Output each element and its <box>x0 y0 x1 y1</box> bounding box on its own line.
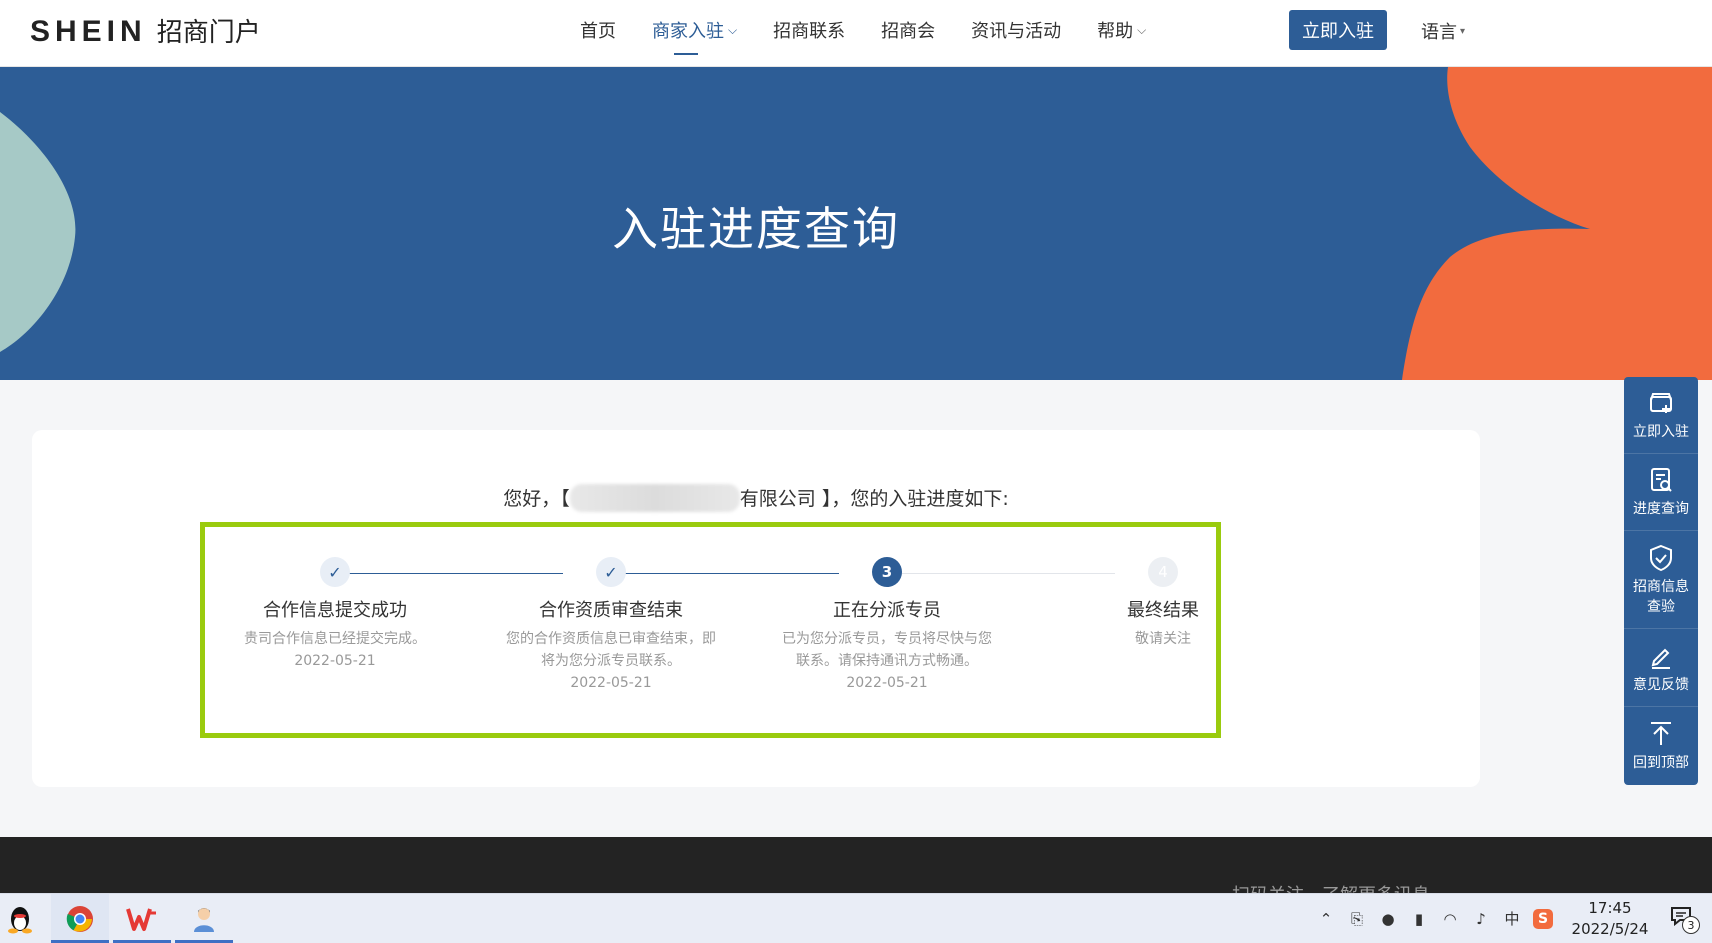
top-header: SHEIN 招商门户 首页 商家入驻 ⌵ 招商联系 招商会 资讯与活动 帮助 ⌵ 立… <box>0 0 1712 67</box>
notification-count: 3 <box>1682 916 1700 934</box>
sidebar-verify[interactable]: 招商信息查验 <box>1624 531 1698 629</box>
notification-center[interactable]: 3 <box>1670 906 1700 934</box>
footer-text: 扫码关注，了解更多讯息 <box>1232 881 1430 893</box>
chevron-up-icon[interactable]: ⌃ <box>1315 908 1337 930</box>
sidebar-back-to-top[interactable]: 回到顶部 <box>1624 707 1698 785</box>
check-icon: ✓ <box>320 557 350 587</box>
shield-check-icon <box>1650 544 1672 571</box>
brand-logo: SHEIN <box>30 15 147 48</box>
wifi-icon[interactable]: ◠ <box>1439 908 1461 930</box>
sidebar-feedback[interactable]: 意见反馈 <box>1624 629 1698 707</box>
chevron-down-icon: ⌵ <box>1137 22 1147 37</box>
step-3: 3 正在分派专员 已为您分派专员，专员将尽快与您联系。请保持通讯方式畅通。 20… <box>767 557 1007 694</box>
hero-banner: 入驻进度查询 <box>0 67 1712 380</box>
chevron-down-icon: ▾ <box>1460 25 1466 37</box>
sidebar-join[interactable]: 立即入驻 <box>1624 377 1698 454</box>
logo[interactable]: SHEIN 招商门户 <box>30 12 261 49</box>
clipboard-icon[interactable]: ⎘ <box>1346 908 1368 930</box>
nav-conference[interactable]: 招商会 <box>881 17 935 43</box>
page-title: 入驻进度查询 <box>612 202 900 256</box>
step-description: 已为您分派专员，专员将尽快与您联系。请保持通讯方式畅通。 2022-05-21 <box>782 631 992 691</box>
qq-penguin-icon <box>8 906 32 933</box>
document-search-icon <box>1651 468 1672 492</box>
portal-name: 招商门户 <box>156 18 261 48</box>
progress-steps: ✓ 合作信息提交成功 贵司合作信息已经提交完成。 2022-05-21 ✓ 合作… <box>205 527 1216 733</box>
qq-tray-icon[interactable]: ● <box>1377 908 1399 930</box>
sogou-input-icon[interactable]: S <box>1532 908 1554 930</box>
progress-card: 您好，【 有限公司 】，您的入驻进度如下: ✓ 合作信息提交成功 贵司合作信息已经… <box>32 430 1480 787</box>
nav-contact[interactable]: 招商联系 <box>773 17 845 43</box>
taskbar: ⌃ ⎘ ● ▮ ◠ ♪ 中 S 17:45 2022/5/24 3 <box>0 893 1712 943</box>
qq-app[interactable] <box>0 894 40 943</box>
progress-steps-highlight: ✓ 合作信息提交成功 贵司合作信息已经提交完成。 2022-05-21 ✓ 合作… <box>200 522 1221 738</box>
join-button[interactable]: 立即入驻 <box>1289 10 1387 50</box>
store-add-icon <box>1650 393 1672 413</box>
wps-icon <box>126 907 156 931</box>
step-2: ✓ 合作资质审查结束 您的合作资质信息已审查结束，即将为您分派专员联系。 202… <box>491 557 731 694</box>
step-title: 合作信息提交成功 <box>263 600 407 621</box>
ime-indicator[interactable]: 中 <box>1501 908 1523 930</box>
sidebar-progress[interactable]: 进度查询 <box>1624 454 1698 531</box>
main-nav: 首页 商家入驻 ⌵ 招商联系 招商会 资讯与活动 帮助 ⌵ <box>580 0 1182 60</box>
greeting-text: 您好，【 有限公司 】，您的入驻进度如下: <box>32 484 1480 512</box>
floating-sidebar: 立即入驻 进度查询 招商信息查验 意见反馈 回到顶部 <box>1624 377 1698 785</box>
step-number: 4 <box>1148 557 1178 587</box>
step-description: 敬请关注 <box>1135 631 1191 647</box>
nav-home[interactable]: 首页 <box>580 17 616 43</box>
arrow-up-icon <box>1651 722 1671 745</box>
step-4: 4 最终结果 敬请关注 <box>1043 557 1283 650</box>
footer: 扫码关注，了解更多讯息 <box>0 837 1712 893</box>
check-icon: ✓ <box>596 557 626 587</box>
step-title: 最终结果 <box>1127 600 1199 621</box>
chevron-down-icon: ⌵ <box>728 22 738 37</box>
step-title: 合作资质审查结束 <box>539 600 683 621</box>
nav-help[interactable]: 帮助 ⌵ <box>1097 17 1146 43</box>
step-1: ✓ 合作信息提交成功 贵司合作信息已经提交完成。 2022-05-21 <box>215 557 455 672</box>
system-clock[interactable]: 17:45 2022/5/24 <box>1560 898 1660 940</box>
person-icon <box>194 907 214 932</box>
chrome-app[interactable] <box>51 894 109 943</box>
speaker-icon[interactable]: ♪ <box>1470 908 1492 930</box>
chrome-icon <box>66 905 93 932</box>
user-app[interactable] <box>175 894 233 943</box>
redacted-company-name <box>569 484 740 512</box>
nav-news[interactable]: 资讯与活动 <box>971 17 1061 43</box>
nav-merchant-join[interactable]: 商家入驻 ⌵ <box>652 17 738 55</box>
step-description: 贵司合作信息已经提交完成。 2022-05-21 <box>244 631 426 669</box>
battery-icon[interactable]: ▮ <box>1408 908 1430 930</box>
pen-icon <box>1651 648 1670 669</box>
step-title: 正在分派专员 <box>833 600 941 621</box>
step-number: 3 <box>872 557 902 587</box>
system-tray: ⌃ ⎘ ● ▮ ◠ ♪ 中 S <box>1315 894 1554 943</box>
step-description: 您的合作资质信息已审查结束，即将为您分派专员联系。 2022-05-21 <box>506 631 716 691</box>
language-selector[interactable]: 语言 ▾ <box>1421 18 1465 44</box>
wps-app[interactable] <box>113 894 171 943</box>
